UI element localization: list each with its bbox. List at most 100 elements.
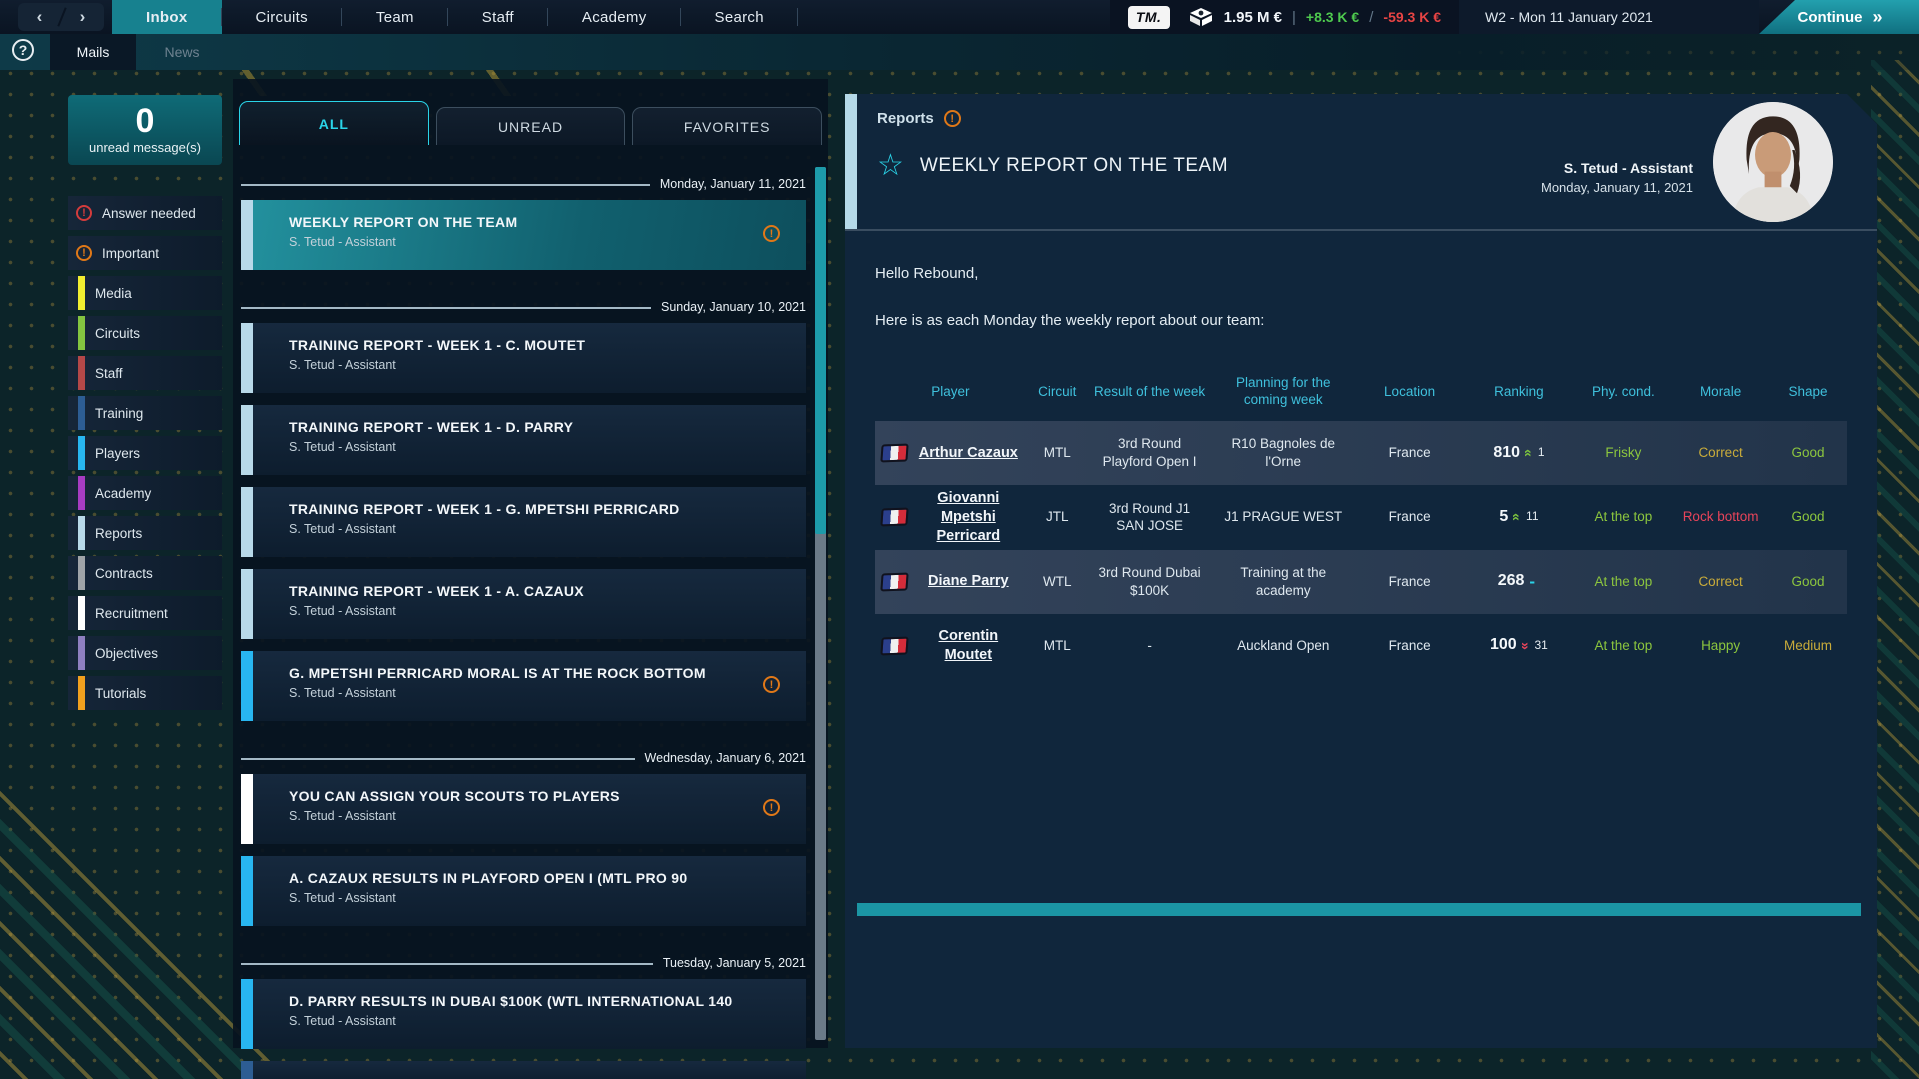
- category-color-bar: [78, 436, 85, 470]
- mail-sender: S. Tetud - Assistant: [289, 891, 806, 905]
- france-flag-icon: [880, 508, 908, 527]
- filter-academy[interactable]: Academy: [68, 476, 222, 510]
- date-label: Monday, January 11, 2021: [660, 177, 806, 191]
- col-header-player: Player: [875, 380, 1026, 405]
- player-link[interactable]: Giovanni Mpetshi Perricard: [917, 489, 1020, 546]
- tab-mails[interactable]: Mails: [50, 34, 136, 70]
- filter-important[interactable]: ! Important: [68, 236, 222, 270]
- scrollbar-track[interactable]: [815, 167, 826, 1040]
- mail-sender: S. Tetud - Assistant: [289, 235, 806, 249]
- category-color-bar: [78, 316, 85, 350]
- tab-unread[interactable]: UNREAD: [436, 107, 626, 145]
- mail-item[interactable]: TRAINING REPORT - WEEK 1 - D. PARRY S. T…: [241, 405, 806, 475]
- top-bar-right: TM. 1.95 M € | +8.3 K € / -59.3 K € W2 -…: [1110, 0, 1919, 34]
- mail-item[interactable]: TRAINING REPORT - WEEK 1 - A. CAZAUX S. …: [241, 569, 806, 639]
- col-header-result: Result of the week: [1089, 380, 1211, 405]
- category-color-bar: [78, 276, 85, 310]
- phy-cond-cell: At the top: [1575, 504, 1672, 530]
- filter-players[interactable]: Players: [68, 436, 222, 470]
- filter-answer-needed[interactable]: ! Answer needed: [68, 196, 222, 230]
- mail-sender: S. Tetud - Assistant: [289, 686, 806, 700]
- game-date: W2 - Mon 11 January 2021: [1459, 0, 1759, 34]
- planning-cell: Auckland Open: [1210, 633, 1356, 659]
- morale-cell: Correct: [1672, 440, 1769, 466]
- mail-title: WEEKLY REPORT ON THE TEAM: [289, 214, 806, 230]
- circuit-cell: WTL: [1026, 569, 1089, 595]
- tab-staff[interactable]: Staff: [448, 0, 548, 34]
- filter-tutorials[interactable]: Tutorials: [68, 676, 222, 710]
- morale-cell: Rock bottom: [1672, 504, 1769, 530]
- unread-label: unread message(s): [89, 140, 201, 155]
- morale-cell: Happy: [1672, 633, 1769, 659]
- filter-training[interactable]: Training: [68, 396, 222, 430]
- tab-favorites[interactable]: FAVORITES: [632, 107, 822, 145]
- mail-item[interactable]: TRAINING REPORT - WEEK 1 - C. MOUTET S. …: [241, 323, 806, 393]
- weekly-gain: +8.3 K €: [1306, 9, 1359, 25]
- mail-item[interactable]: A. CAZAUX RESULTS IN PLAYFORD OPEN I (MT…: [241, 856, 806, 926]
- mail-category-bar: [241, 323, 253, 393]
- circuit-cell: MTL: [1026, 633, 1089, 659]
- filter-media[interactable]: Media: [68, 276, 222, 310]
- filter-objectives[interactable]: Objectives: [68, 636, 222, 670]
- filter-reports[interactable]: Reports: [68, 516, 222, 550]
- tab-inbox[interactable]: Inbox: [112, 0, 222, 34]
- help-icon[interactable]: ?: [12, 39, 34, 61]
- date-divider: Wednesday, January 6, 2021: [241, 733, 806, 765]
- tab-academy[interactable]: Academy: [548, 0, 681, 34]
- team-report-table: Player Circuit Result of the week Planni…: [875, 363, 1847, 678]
- mail-item[interactable]: G. MPETSHI PERRICARD MORAL IS AT THE ROC…: [241, 651, 806, 721]
- mail-category-bar: [241, 651, 253, 721]
- tab-news[interactable]: News: [136, 34, 228, 70]
- player-link[interactable]: Arthur Cazaux: [917, 444, 1020, 463]
- player-link[interactable]: Diane Parry: [917, 572, 1020, 591]
- mail-item[interactable]: YOU CAN ASSIGN YOUR SCOUTS TO PLAYERS S.…: [241, 774, 806, 844]
- mail-item[interactable]: D. PARRY RESULTS IN DUBAI $100K (WTL INT…: [241, 979, 806, 1049]
- filter-label: Answer needed: [102, 206, 196, 221]
- mail-item[interactable]: TRAINING REPORT - WEEK 1 - G. MPETSHI PE…: [241, 487, 806, 557]
- location-cell: France: [1356, 569, 1463, 595]
- rank-value: 268: [1498, 571, 1525, 592]
- filter-staff[interactable]: Staff: [68, 356, 222, 390]
- mail-title: YOU CAN ASSIGN YOUR SCOUTS TO PLAYERS: [289, 788, 806, 804]
- filter-contracts[interactable]: Contracts: [68, 556, 222, 590]
- filter-label: Players: [95, 446, 140, 461]
- planning-cell: R10 Bagnoles de l'Orne: [1210, 431, 1356, 474]
- tab-team[interactable]: Team: [342, 0, 448, 34]
- top-bar: ‹ › Inbox Circuits Team Staff Academy Se…: [0, 0, 1919, 34]
- mail-title: TRAINING REPORT - WEEK 1 - G. MPETSHI PE…: [289, 501, 806, 517]
- filter-recruitment[interactable]: Recruitment: [68, 596, 222, 630]
- location-cell: France: [1356, 633, 1463, 659]
- filter-label: Important: [102, 246, 159, 261]
- mail-title: G. MPETSHI PERRICARD MORAL IS AT THE ROC…: [289, 665, 806, 681]
- tab-search[interactable]: Search: [681, 0, 798, 34]
- filter-label: Contracts: [95, 566, 153, 581]
- rank-down-icon: [1519, 642, 1533, 650]
- player-link[interactable]: Corentin Moutet: [917, 627, 1020, 665]
- shape-cell: Good: [1769, 569, 1847, 595]
- filter-label: Academy: [95, 486, 151, 501]
- mail-item[interactable]: WEEKLY REPORT ON THE TEAM S. Tetud - Ass…: [241, 200, 806, 270]
- report-header: Reports ! ☆ WEEKLY REPORT ON THE TEAM S.…: [845, 94, 1877, 231]
- mail-category-bar: [241, 200, 253, 270]
- mail-category-bar: [241, 979, 253, 1049]
- scrollbar-thumb[interactable]: [815, 167, 826, 534]
- report-body: Hello Rebound, Here is as each Monday th…: [845, 231, 1877, 678]
- favorite-star-icon[interactable]: ☆: [877, 151, 904, 181]
- tab-circuits[interactable]: Circuits: [222, 0, 342, 34]
- tab-all[interactable]: ALL: [239, 101, 429, 145]
- result-cell: -: [1089, 633, 1211, 659]
- back-icon[interactable]: ‹: [37, 7, 43, 27]
- date-divider: Sunday, January 10, 2021: [241, 282, 806, 314]
- col-header-ranking: Ranking: [1463, 380, 1575, 405]
- continue-button[interactable]: Continue »: [1759, 0, 1919, 34]
- phy-cond-cell: At the top: [1575, 569, 1672, 595]
- shape-cell: Good: [1769, 504, 1847, 530]
- forward-icon[interactable]: ›: [80, 7, 86, 27]
- rank-value: 5: [1499, 507, 1508, 528]
- mail-item-clipped[interactable]: [241, 1061, 806, 1079]
- phy-cond-cell: Frisky: [1575, 440, 1672, 466]
- category-color-bar: [78, 476, 85, 510]
- rank-up-icon: [1510, 513, 1524, 521]
- filter-circuits[interactable]: Circuits: [68, 316, 222, 350]
- table-row: Diane Parry WTL 3rd Round Dubai $100K Tr…: [875, 550, 1847, 614]
